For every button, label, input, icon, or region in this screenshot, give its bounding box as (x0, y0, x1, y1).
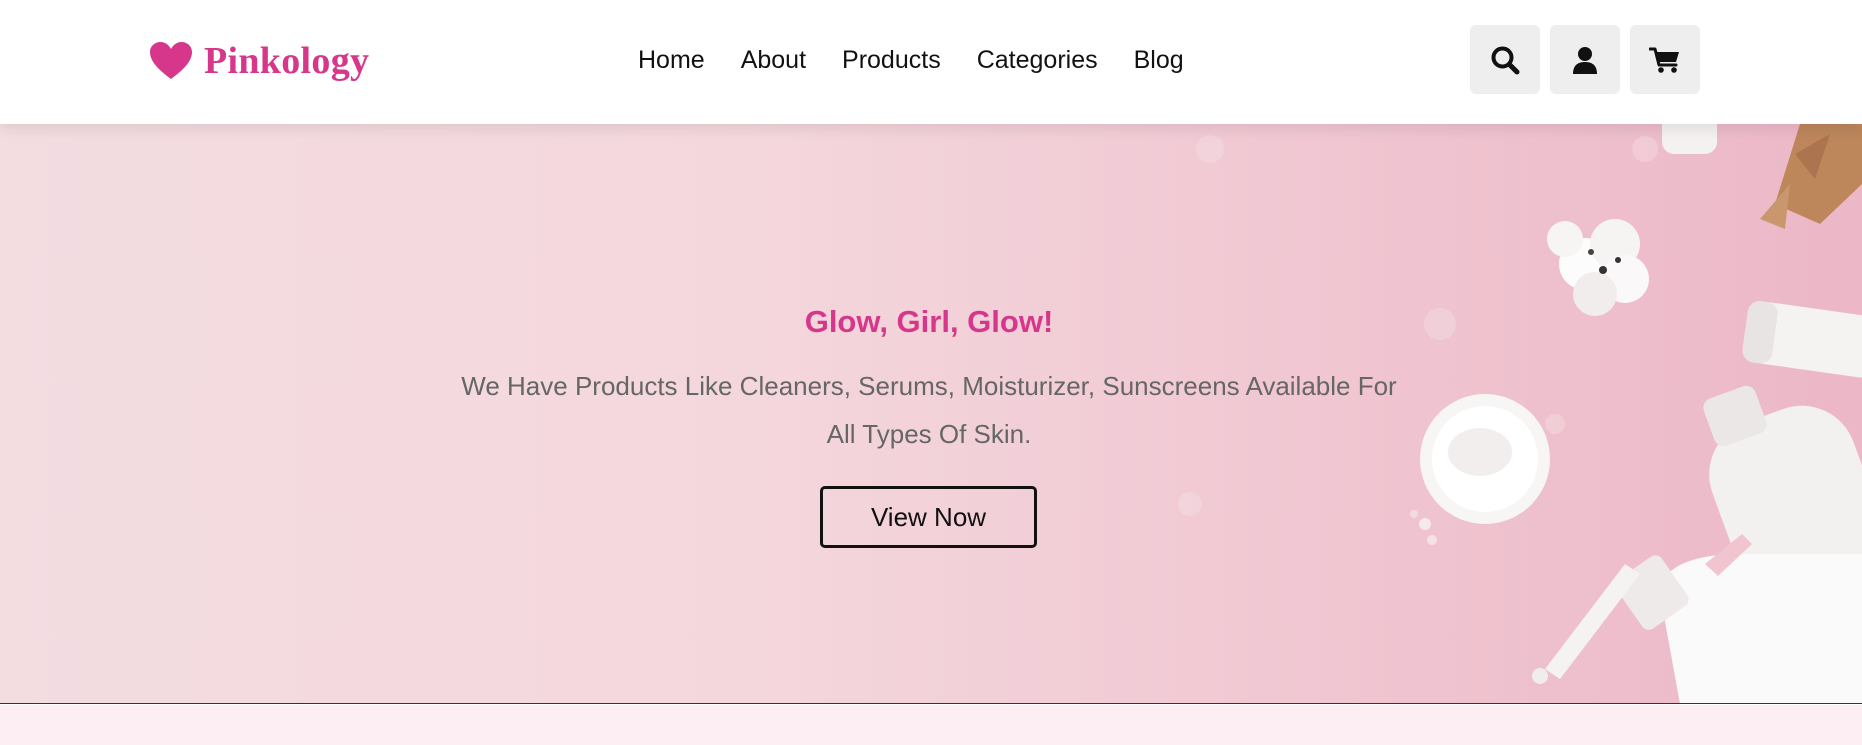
hero-description: We Have Products Like Cleaners, Serums, … (461, 371, 1397, 449)
site-header: Pinkology Home About Products Categories… (0, 0, 1862, 124)
user-icon (1572, 46, 1598, 74)
search-icon (1490, 45, 1520, 75)
cart-icon (1649, 46, 1681, 74)
main-nav: Home About Products Categories Blog (638, 40, 1184, 80)
brand-name: Pinkology (204, 40, 370, 82)
search-button[interactable] (1470, 25, 1540, 94)
hero-title: Glow, Girl, Glow! (804, 304, 1054, 339)
account-button[interactable] (1550, 25, 1620, 94)
view-now-button[interactable]: View Now (820, 486, 1037, 548)
cart-button[interactable] (1630, 25, 1700, 94)
nav-categories[interactable]: Categories (977, 46, 1098, 75)
nav-about[interactable]: About (741, 46, 806, 75)
nav-home[interactable]: Home (638, 46, 705, 75)
next-section (0, 705, 1862, 745)
heart-icon (150, 42, 192, 80)
header-actions (1470, 25, 1700, 94)
hero-banner: Glow, Girl, Glow! We Have Products Like … (0, 124, 1862, 704)
nav-blog[interactable]: Blog (1134, 46, 1184, 75)
brand-logo[interactable]: Pinkology (150, 36, 369, 86)
nav-products[interactable]: Products (842, 46, 941, 75)
